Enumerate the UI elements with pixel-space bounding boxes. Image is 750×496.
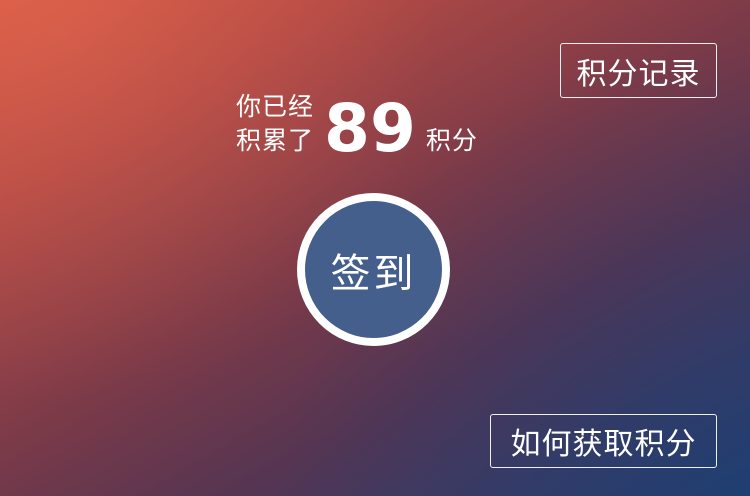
points-prefix-line2: 积累了 <box>236 126 315 155</box>
how-to-earn-points-button[interactable]: 如何获取积分 <box>490 414 717 468</box>
points-summary: 你已经 积累了 89 积分 <box>236 88 478 164</box>
points-prefix: 你已经 积累了 <box>236 90 314 158</box>
points-unit: 积分 <box>425 126 478 155</box>
checkin-button[interactable]: 签到 <box>297 193 450 346</box>
points-value: 89 <box>324 90 416 167</box>
points-records-button[interactable]: 积分记录 <box>560 43 717 98</box>
points-screen: 积分记录 你已经 积累了 89 积分 签到 如何获取积分 <box>0 0 750 496</box>
points-prefix-line1: 你已经 <box>236 92 315 121</box>
